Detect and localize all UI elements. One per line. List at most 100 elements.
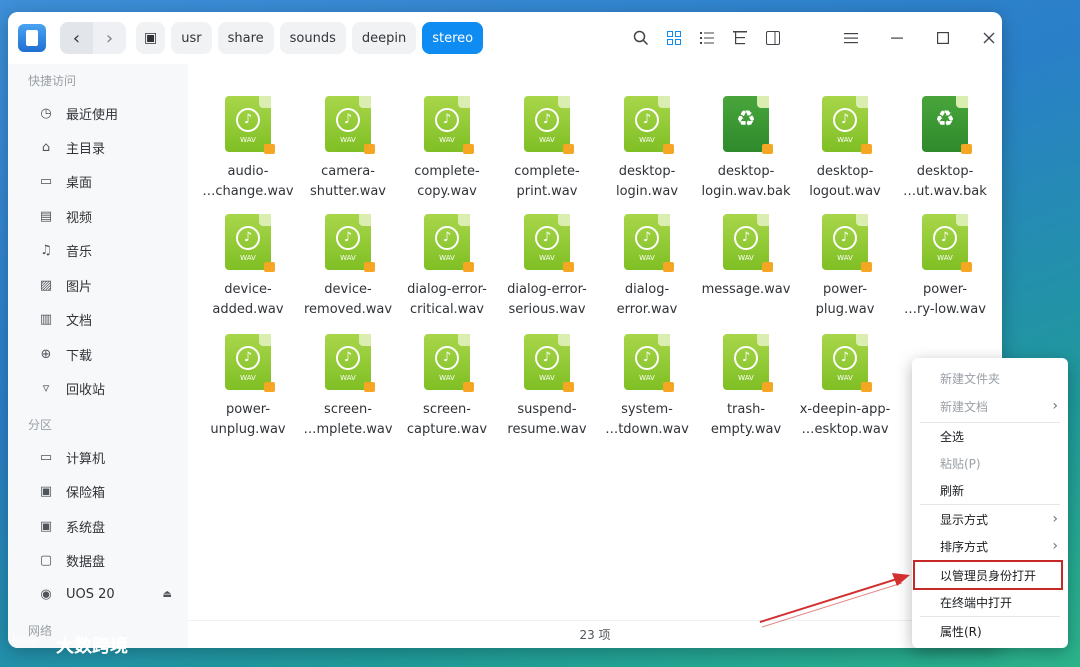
icon-view-icon[interactable] xyxy=(657,22,690,54)
menu-item-display-mode[interactable]: 显示方式 › xyxy=(912,507,1068,531)
breadcrumb-usr[interactable]: usr xyxy=(171,22,212,54)
menu-item-refresh[interactable]: 刷新 xyxy=(912,478,1068,502)
file-item[interactable]: ♪ WAV audio- …change.wav xyxy=(198,96,298,202)
menu-item-paste[interactable]: 粘贴(P) xyxy=(912,451,1068,475)
file-item[interactable]: ♪ WAV desktop-logout.wav xyxy=(795,96,895,202)
chevron-left-icon: ‹ xyxy=(72,27,81,49)
trash-icon: ▿ xyxy=(42,380,50,396)
close-button[interactable] xyxy=(966,22,1002,54)
minimize-button[interactable] xyxy=(874,22,920,54)
file-item[interactable]: ♪ WAV dialog-error.wav xyxy=(597,214,697,320)
context-menu: 新建文件夹 新建文档 › 全选 粘贴(P) 刷新 显示方式 › 排序方式 › 以管理员… xyxy=(912,358,1068,648)
file-item[interactable]: ♪ WAV complete-print.wav xyxy=(497,96,597,202)
file-item[interactable]: ♪ WAV complete-copy.wav xyxy=(397,96,497,202)
details-panel-icon[interactable] xyxy=(756,22,789,54)
forward-button[interactable]: › xyxy=(93,22,126,54)
sidebar-item-label: 回收站 xyxy=(66,382,106,398)
file-name-line: desktop- xyxy=(816,164,874,179)
lock-icon xyxy=(961,262,972,272)
file-item[interactable]: ♪ WAV suspend-resume.wav xyxy=(497,334,597,440)
search-icon[interactable] xyxy=(624,22,657,54)
list-view-icon[interactable] xyxy=(690,22,723,54)
sidebar-item-desktop[interactable]: ▭ 桌面 xyxy=(20,166,180,196)
sidebar-item-recent[interactable]: ◷ 最近使用 xyxy=(20,98,180,128)
lock-icon xyxy=(762,382,773,392)
file-item[interactable]: ♪ WAV system- …tdown.wav xyxy=(597,334,697,440)
home-icon: ⌂ xyxy=(41,139,51,155)
sidebar-item-videos[interactable]: ▤ 视频 xyxy=(20,201,180,231)
file-name-line: complete- xyxy=(414,164,480,179)
sidebar-item-data-disk[interactable]: ▢ 数据盘 xyxy=(20,545,180,575)
wav-tag: WAV xyxy=(539,374,555,382)
file-name-line: print.wav xyxy=(516,184,578,199)
chevron-right-icon: › xyxy=(1052,538,1058,554)
chevron-right-icon: › xyxy=(105,27,114,49)
file-item[interactable]: ♪ WAV trash-empty.wav xyxy=(696,334,796,440)
menu-item-select-all[interactable]: 全选 xyxy=(912,424,1068,448)
breadcrumb-share[interactable]: share xyxy=(217,22,274,54)
menu-item-sort-by[interactable]: 排序方式 › xyxy=(912,534,1068,558)
tree-view-icon[interactable] xyxy=(723,22,756,54)
file-item[interactable]: ♪ WAV device-removed.wav xyxy=(298,214,398,320)
app-logo-icon[interactable] xyxy=(18,24,46,52)
back-button[interactable]: ‹ xyxy=(60,22,93,54)
sidebar-item-system-disk[interactable]: ▣ 系统盘 xyxy=(20,511,180,541)
wav-tag: WAV xyxy=(937,254,953,262)
breadcrumb-root[interactable]: ▣ xyxy=(136,22,166,54)
file-item[interactable]: ♪ WAV x-deepin-app- …esktop.wav xyxy=(795,334,895,440)
sidebar-item-label: 最近使用 xyxy=(66,107,119,123)
file-item[interactable]: ♪ WAV power-plug.wav xyxy=(795,214,895,320)
menu-item-open-in-terminal[interactable]: 在终端中打开 xyxy=(912,590,1068,614)
lock-icon xyxy=(663,262,674,272)
menu-button[interactable] xyxy=(828,22,874,54)
file-name-line: empty.wav xyxy=(710,422,782,437)
sidebar-item-computer[interactable]: ▭ 计算机 xyxy=(20,442,180,472)
file-item[interactable]: ♪ WAV desktop-login.wav xyxy=(597,96,697,202)
menu-item-properties[interactable]: 属性(R) xyxy=(912,619,1068,643)
recycle-icon: ♻ xyxy=(736,107,756,132)
file-name-line: screen- xyxy=(423,402,471,417)
file-name: desktop-login.wav xyxy=(597,162,697,202)
sidebar-item-home[interactable]: ⌂ 主目录 xyxy=(20,132,180,162)
file-name-line: suspend- xyxy=(517,402,577,417)
sidebar-item-trash[interactable]: ▿ 回收站 xyxy=(20,373,180,403)
file-item[interactable]: ♪ WAV dialog-error-serious.wav xyxy=(497,214,597,320)
breadcrumb-sounds[interactable]: sounds xyxy=(279,22,346,54)
file-item[interactable]: ♪ WAV power- …ry-low.wav xyxy=(895,214,995,320)
file-item[interactable]: ♪ WAV camera-shutter.wav xyxy=(298,96,398,202)
sidebar-item-vault[interactable]: ▣ 保险箱 xyxy=(20,476,180,506)
audio-file-icon: ♪ WAV xyxy=(225,214,275,272)
file-item[interactable]: ♻ desktop-login.wav.bak xyxy=(696,96,796,202)
menu-item-open-as-admin[interactable]: 以管理员身份打开 xyxy=(913,560,1063,590)
sidebar-item-downloads[interactable]: ⊕ 下载 xyxy=(20,339,180,369)
file-item[interactable]: ♪ WAV power-unplug.wav xyxy=(198,334,298,440)
sidebar-item-music[interactable]: ♫ 音乐 xyxy=(20,235,180,265)
sidebar-item-uos20[interactable]: ◉ UOS 20 ⏏ xyxy=(20,579,180,609)
sidebar-group-partitions: 分区 xyxy=(28,418,53,432)
sidebar-group-quick-access: 快捷访问 xyxy=(28,74,77,88)
file-item[interactable]: ♻ desktop- …ut.wav.bak xyxy=(895,96,995,202)
item-count: 23 项 xyxy=(579,628,611,642)
file-name-line: plug.wav xyxy=(815,302,875,317)
sidebar-item-documents[interactable]: ▥ 文档 xyxy=(20,304,180,334)
menu-item-new-folder[interactable]: 新建文件夹 xyxy=(912,366,1068,390)
maximize-button[interactable] xyxy=(920,22,966,54)
music-note-icon: ♪ xyxy=(435,226,459,250)
music-note-icon: ♪ xyxy=(236,108,260,132)
file-name-line: error.wav xyxy=(616,302,678,317)
menu-item-new-document[interactable]: 新建文档 › xyxy=(912,394,1068,418)
file-name: camera-shutter.wav xyxy=(298,162,398,202)
eject-icon[interactable]: ⏏ xyxy=(163,589,172,600)
file-item[interactable]: ♪ WAV device-added.wav xyxy=(198,214,298,320)
breadcrumb-deepin[interactable]: deepin xyxy=(351,22,417,54)
file-item[interactable]: ♪ WAV screen-capture.wav xyxy=(397,334,497,440)
wav-tag: WAV xyxy=(439,136,455,144)
breadcrumb-stereo[interactable]: stereo xyxy=(422,22,484,54)
file-name: desktop-logout.wav xyxy=(795,162,895,202)
audio-file-icon: ♪ WAV xyxy=(424,96,474,154)
wav-tag: WAV xyxy=(439,254,455,262)
file-item[interactable]: ♪ WAV dialog-error-critical.wav xyxy=(397,214,497,320)
sidebar-item-pictures[interactable]: ▨ 图片 xyxy=(20,270,180,300)
file-item[interactable]: ♪ WAV message.wav xyxy=(696,214,796,300)
file-item[interactable]: ♪ WAV screen- …mplete.wav xyxy=(298,334,398,440)
